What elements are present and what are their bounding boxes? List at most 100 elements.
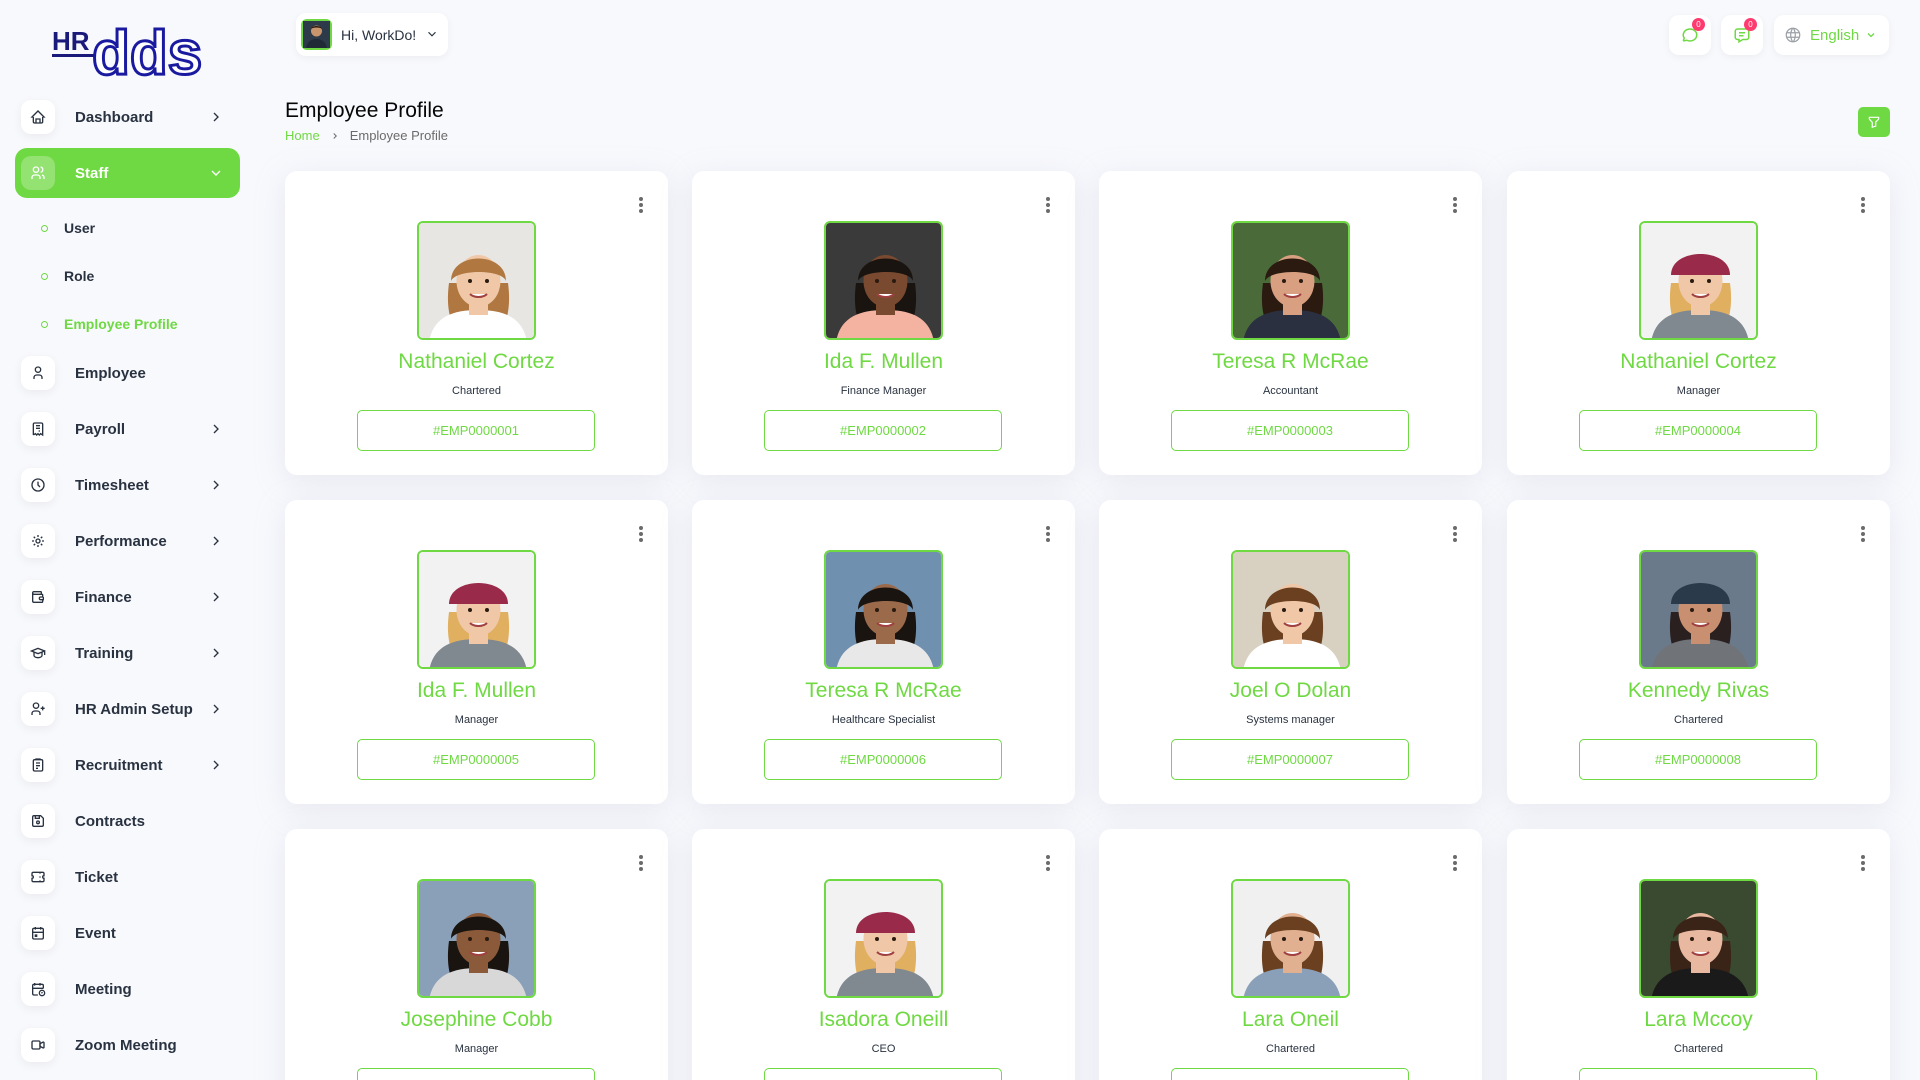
more-vertical-icon[interactable] — [1452, 525, 1458, 543]
employee-photo[interactable] — [1639, 221, 1758, 340]
more-vertical-icon[interactable] — [638, 196, 644, 214]
sidebar-item-staff[interactable]: Staff — [15, 148, 240, 198]
filter-button[interactable] — [1858, 107, 1890, 137]
sidebar-item-performance[interactable]: Performance — [15, 516, 240, 566]
more-vertical-icon[interactable] — [1452, 854, 1458, 872]
employee-photo[interactable] — [1231, 550, 1350, 669]
chevron-right-icon — [213, 592, 219, 602]
sidebar-item-hr-admin-setup[interactable]: HR Admin Setup — [15, 684, 240, 734]
chevron-down-icon — [211, 170, 221, 176]
user-menu[interactable]: Hi, WorkDo! — [296, 13, 448, 56]
sidebar-item-label: Finance — [75, 588, 132, 606]
more-vertical-icon[interactable] — [638, 854, 644, 872]
employee-photo[interactable] — [417, 221, 536, 340]
sidebar-subitem-user[interactable]: User — [15, 204, 240, 252]
employee-role: Chartered — [1266, 1043, 1315, 1055]
sidebar-item-recruitment[interactable]: Recruitment — [15, 740, 240, 790]
sidebar-item-payroll[interactable]: Payroll — [15, 404, 240, 454]
more-vertical-icon[interactable] — [1860, 854, 1866, 872]
chevron-right-icon — [213, 704, 219, 714]
employee-id-button[interactable]: #EMP0000006 — [764, 739, 1002, 780]
employee-card: Kennedy Rivas Chartered #EMP0000008 — [1507, 500, 1890, 804]
sidebar-subitem-label: User — [64, 220, 96, 236]
employee-role: Healthcare Specialist — [831, 714, 936, 726]
users-icon — [21, 156, 55, 190]
employee-name: Teresa R McRae — [1212, 350, 1369, 373]
employee-photo[interactable] — [417, 879, 536, 998]
sidebar-item-finance[interactable]: Finance — [15, 572, 240, 622]
sidebar-subitem-label: Employee Profile — [64, 316, 178, 332]
employee-name: Lara Mccoy — [1644, 1008, 1753, 1031]
more-vertical-icon[interactable] — [1860, 196, 1866, 214]
employee-role: Manager — [454, 714, 499, 726]
more-vertical-icon[interactable] — [1860, 525, 1866, 543]
target-icon — [21, 524, 55, 558]
employee-id-button[interactable]: #EMP0000005 — [357, 739, 595, 780]
breadcrumb-current: Employee Profile — [349, 128, 448, 143]
breadcrumb-home-link[interactable]: Home — [285, 128, 320, 143]
sidebar-item-employee[interactable]: Employee — [15, 348, 240, 398]
sidebar-item-label: Event — [75, 924, 116, 942]
sidebar-item-label: Employee — [75, 364, 146, 382]
employee-role: Accountant — [1262, 385, 1319, 397]
employee-photo[interactable] — [824, 879, 943, 998]
sidebar-item-zoom-meeting[interactable]: Zoom Meeting — [15, 1020, 240, 1070]
chevron-down-icon — [1867, 33, 1875, 38]
sidebar-item-timesheet[interactable]: Timesheet — [15, 460, 240, 510]
sidebar-item-event[interactable]: Event — [15, 908, 240, 958]
employee-id-button[interactable] — [1579, 1068, 1817, 1080]
more-vertical-icon[interactable] — [1045, 854, 1051, 872]
sidebar-item-label: Zoom Meeting — [75, 1036, 177, 1054]
sidebar-item-training[interactable]: Training — [15, 628, 240, 678]
messages-button[interactable]: 0 — [1721, 15, 1763, 55]
language-dropdown[interactable]: English — [1774, 15, 1889, 55]
employee-id-button[interactable] — [764, 1068, 1002, 1080]
more-vertical-icon[interactable] — [1045, 525, 1051, 543]
employee-id-button[interactable]: #EMP0000004 — [1579, 410, 1817, 451]
video-icon — [21, 1028, 55, 1062]
more-vertical-icon[interactable] — [638, 525, 644, 543]
employee-photo[interactable] — [417, 550, 536, 669]
employee-role: Chartered — [1674, 714, 1723, 726]
employee-id-button[interactable]: #EMP0000002 — [764, 410, 1002, 451]
employee-card: Teresa R McRae Healthcare Specialist #EM… — [692, 500, 1075, 804]
receipt-icon — [21, 412, 55, 446]
employee-id-button[interactable] — [357, 1068, 595, 1080]
user-plus-icon — [21, 692, 55, 726]
chevron-right-icon — [213, 480, 219, 490]
employee-role: CEO — [871, 1043, 896, 1055]
employee-id-button[interactable]: #EMP0000008 — [1579, 739, 1817, 780]
sidebar-item-ticket[interactable]: Ticket — [15, 852, 240, 902]
home-icon — [21, 100, 55, 134]
employee-photo[interactable] — [1639, 550, 1758, 669]
wallet-icon — [21, 580, 55, 614]
employee-name: Ida F. Mullen — [823, 350, 944, 373]
employee-card: Josephine Cobb Manager — [285, 829, 668, 1080]
employee-card: Lara Mccoy Chartered — [1507, 829, 1890, 1080]
employee-id-button[interactable]: #EMP0000007 — [1171, 739, 1409, 780]
sidebar-nav: Dashboard Staff User Role Employee Profi… — [15, 92, 240, 1076]
employee-photo[interactable] — [1231, 879, 1350, 998]
sidebar-item-contracts[interactable]: Contracts — [15, 796, 240, 846]
employee-photo[interactable] — [824, 550, 943, 669]
more-vertical-icon[interactable] — [1452, 196, 1458, 214]
more-vertical-icon[interactable] — [1045, 196, 1051, 214]
employee-id-button[interactable] — [1171, 1068, 1409, 1080]
employee-photo[interactable] — [1231, 221, 1350, 340]
employee-photo[interactable] — [824, 221, 943, 340]
sidebar-item-label: Contracts — [75, 812, 146, 830]
employee-role: Chartered — [452, 385, 501, 397]
sidebar-subitem-role[interactable]: Role — [15, 252, 240, 300]
employee-id-button[interactable]: #EMP0000001 — [357, 410, 595, 451]
sidebar-item-meeting[interactable]: Meeting — [15, 964, 240, 1014]
sidebar-item-label: Staff — [75, 164, 109, 182]
sidebar-item-dashboard[interactable]: Dashboard — [15, 92, 240, 142]
chat-button[interactable]: 0 — [1669, 15, 1711, 55]
clock-icon — [21, 468, 55, 502]
employee-id-button[interactable]: #EMP0000003 — [1171, 410, 1409, 451]
svg-text:HR: HR — [52, 26, 90, 56]
chevron-right-icon — [213, 536, 219, 546]
employee-photo[interactable] — [1639, 879, 1758, 998]
sidebar-subitem-employee-profile[interactable]: Employee Profile — [15, 300, 240, 348]
brand-logo[interactable]: HR dds — [52, 12, 237, 90]
